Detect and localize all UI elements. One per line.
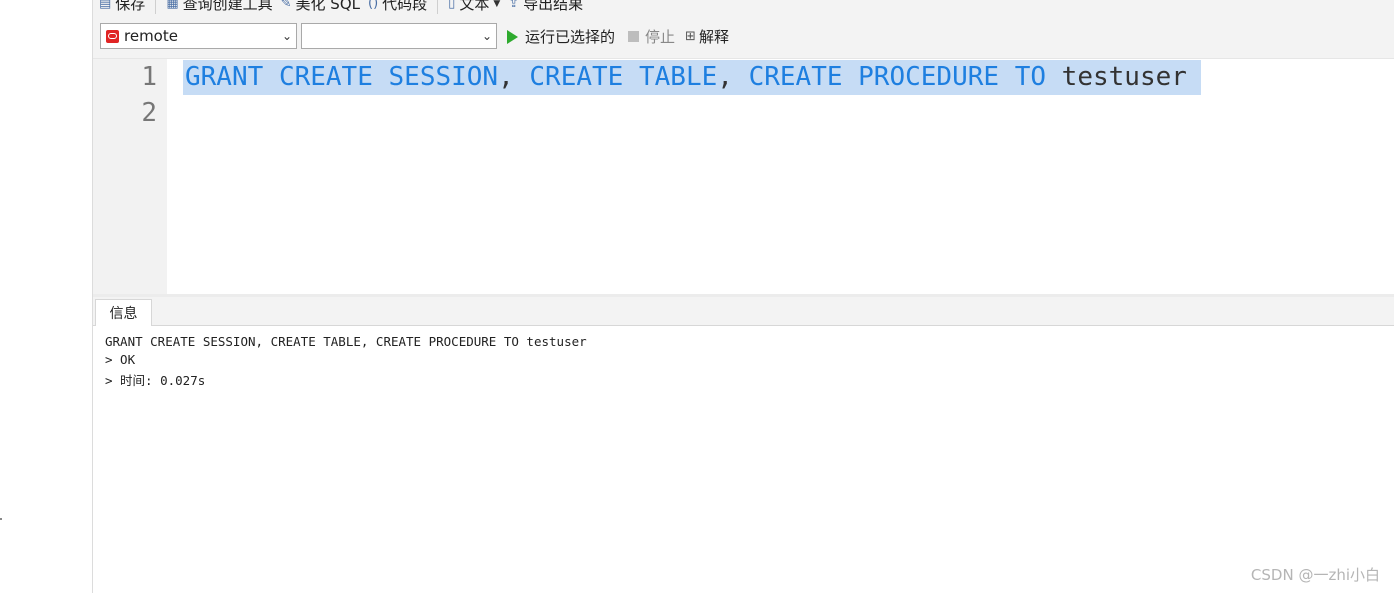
tab-info[interactable]: 信息 bbox=[95, 299, 152, 326]
result-tab-bar: 信息 bbox=[93, 297, 1394, 326]
message-line: GRANT CREATE SESSION, CREATE TABLE, CREA… bbox=[105, 334, 587, 349]
sql-keyword: TABLE bbox=[638, 62, 718, 92]
beautify-label: 美化 SQL bbox=[295, 0, 360, 13]
sql-keyword: PROCEDURE bbox=[858, 62, 1000, 92]
toolbar-divider bbox=[155, 0, 157, 14]
query-toolbar: remote ⌄ ⌄ 运行已选择的 停止 ⊞ 解释 bbox=[93, 16, 1394, 59]
sql-keyword: GRANT bbox=[185, 62, 264, 92]
query-builder-label: 查询创建工具 bbox=[182, 0, 273, 13]
sql-keyword: TO bbox=[1014, 62, 1047, 92]
connection-value: remote bbox=[124, 27, 178, 45]
oracle-connection-icon bbox=[106, 29, 119, 43]
watermark: CSDN @一zhi小白 bbox=[1250, 566, 1380, 584]
stop-icon bbox=[628, 31, 640, 42]
text-button[interactable]: ▯ 文本 ▼ bbox=[448, 0, 500, 14]
export-icon: ⇪ bbox=[508, 0, 520, 11]
sql-identifier: testuser bbox=[1061, 62, 1187, 92]
stop-button[interactable]: 停止 bbox=[645, 26, 675, 47]
explain-icon: ⊞ bbox=[685, 29, 696, 44]
run-selected-button[interactable]: 运行已选择的 bbox=[525, 26, 615, 47]
sql-punctuation: , bbox=[717, 62, 733, 92]
database-select[interactable]: ⌄ bbox=[301, 23, 497, 49]
beautify-sql-button[interactable]: ✎ 美化 SQL bbox=[281, 0, 360, 14]
sql-editor[interactable]: 1 2 GRANT CREATE SESSION, CREATE TABLE, … bbox=[93, 59, 1394, 294]
text-label: 文本 bbox=[459, 0, 490, 13]
play-icon bbox=[507, 29, 518, 44]
message-panel: GRANT CREATE SESSION, CREATE TABLE, CREA… bbox=[93, 326, 1394, 593]
sql-keyword: CREATE bbox=[278, 62, 373, 92]
sql-keyword: CREATE bbox=[529, 62, 624, 92]
query-builder-icon: ▦ bbox=[166, 0, 179, 11]
save-label: 保存 bbox=[115, 0, 146, 13]
sql-keyword: CREATE bbox=[748, 62, 843, 92]
message-line: > OK bbox=[105, 352, 136, 367]
export-label: 导出结果 bbox=[523, 0, 584, 13]
line-number: 1 bbox=[141, 62, 157, 92]
line-number-gutter: 1 2 bbox=[93, 59, 167, 294]
object-panel bbox=[0, 0, 93, 593]
text-icon: ▯ bbox=[448, 0, 456, 11]
panel-marker bbox=[0, 518, 2, 520]
snippet-icon: () bbox=[368, 0, 379, 11]
chevron-down-icon: ⌄ bbox=[281, 29, 293, 43]
dropdown-caret-icon: ▼ bbox=[493, 0, 501, 9]
query-builder-button[interactable]: ▦ 查询创建工具 bbox=[166, 0, 272, 14]
beautify-icon: ✎ bbox=[280, 0, 292, 11]
toolbar-divider bbox=[437, 0, 439, 14]
main-toolbar: ▤ 保存 ▦ 查询创建工具 ✎ 美化 SQL () 代码段 ▯ 文本 ▼ ⇪ 导… bbox=[93, 0, 1394, 16]
line-number: 2 bbox=[141, 98, 157, 128]
export-results-button[interactable]: ⇪ 导出结果 bbox=[508, 0, 583, 14]
explain-button[interactable]: 解释 bbox=[699, 26, 729, 47]
sql-punctuation: , bbox=[498, 62, 514, 92]
save-button[interactable]: ▤ 保存 bbox=[99, 0, 145, 14]
sql-keyword: SESSION bbox=[388, 62, 499, 92]
code-line-selected[interactable]: GRANT CREATE SESSION, CREATE TABLE, CREA… bbox=[183, 60, 1201, 95]
connection-select[interactable]: remote ⌄ bbox=[100, 23, 297, 49]
save-icon: ▤ bbox=[99, 0, 112, 11]
snippet-label: 代码段 bbox=[382, 0, 428, 13]
chevron-down-icon: ⌄ bbox=[481, 29, 493, 43]
snippet-button[interactable]: () 代码段 bbox=[368, 0, 427, 14]
message-line: > 时间: 0.027s bbox=[105, 373, 206, 388]
